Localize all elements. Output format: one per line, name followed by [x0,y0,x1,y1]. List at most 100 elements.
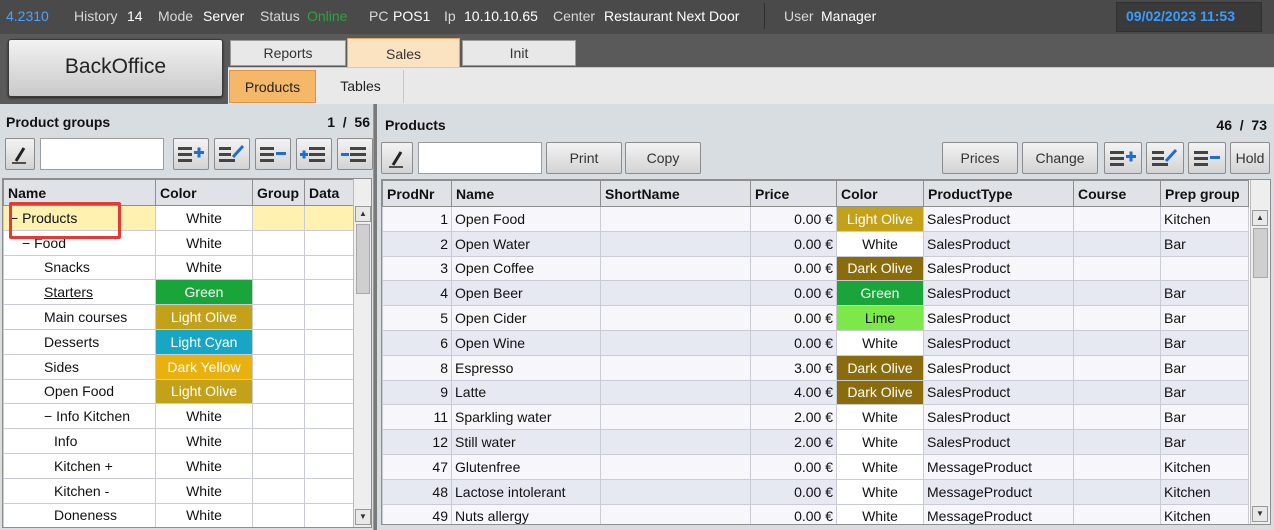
collapse-toggle-icon[interactable]: − [44,408,56,424]
prepgroup-cell[interactable]: Bar [1160,305,1249,331]
prodnr-cell[interactable]: 4 [382,280,452,307]
table-row[interactable]: Info White [3,428,354,454]
subtab-products[interactable]: Products [229,70,316,103]
prepgroup-cell[interactable]: Bar [1160,230,1249,257]
course-cell[interactable] [1073,230,1161,257]
backoffice-button[interactable]: BackOffice [8,39,223,97]
table-row[interactable]: 49 Nuts allergy 0.00 € White MessageProduct K… [382,503,1249,524]
scroll-down-icon[interactable]: ▼ [1252,506,1268,522]
name-cell[interactable]: Open Beer [451,280,601,307]
shortname-cell[interactable] [600,206,751,232]
color-cell[interactable]: White [836,503,924,524]
course-cell[interactable] [1073,305,1161,331]
group-name-cell[interactable]: Desserts [3,328,156,355]
group-name-cell[interactable]: Sides [3,353,156,380]
hold-button[interactable]: Hold [1230,142,1270,174]
course-cell[interactable] [1073,453,1161,480]
table-row[interactable]: 48 Lactose intolerant 0.00 € White MessagePr… [382,478,1249,505]
table-row[interactable]: 11 Sparkling water 2.00 € White SalesProduct… [382,404,1249,431]
price-cell[interactable]: 2.00 € [750,404,837,431]
col-color[interactable]: Color [836,180,924,207]
scroll-down-icon[interactable]: ▼ [355,509,371,525]
name-cell[interactable]: Open Wine [451,329,601,356]
name-cell[interactable]: Open Food [451,206,601,232]
table-row[interactable]: Sides Dark Yellow [3,353,354,380]
edit-group-icon[interactable] [214,138,250,170]
products-scrollbar[interactable]: ▲ ▼ [1250,180,1270,524]
price-cell[interactable]: 0.00 € [750,503,837,524]
prodnr-cell[interactable]: 48 [382,478,452,505]
group-search-input[interactable] [40,138,164,170]
producttype-cell[interactable]: MessageProduct [923,453,1074,480]
table-row[interactable]: Snacks White [3,254,354,281]
group-name-cell[interactable]: Kitchen + [3,452,156,479]
scroll-up-icon[interactable]: ▲ [355,206,371,222]
copy-button[interactable]: Copy [625,142,701,174]
table-row[interactable]: 9 Latte 4.00 € Dark Olive SalesProduct Bar [382,379,1249,406]
subtab-tables[interactable]: Tables [318,70,404,103]
groups-scrollbar[interactable]: ▲ ▼ [353,179,371,527]
table-row[interactable]: 1 Open Food 0.00 € Light Olive SalesProduct K… [382,206,1249,232]
prepgroup-cell[interactable]: Bar [1160,379,1249,406]
add-product-icon[interactable] [1104,142,1142,174]
edit-icon[interactable] [381,142,413,174]
course-cell[interactable] [1073,255,1161,282]
table-row[interactable]: 2 Open Water 0.00 € White SalesProduct Bar [382,230,1249,257]
prepgroup-cell[interactable]: Kitchen [1160,453,1249,480]
color-cell[interactable]: White [836,478,924,505]
prepgroup-cell[interactable] [1160,255,1249,282]
prodnr-cell[interactable]: 5 [382,305,452,331]
remove-product-icon[interactable] [1188,142,1226,174]
price-cell[interactable]: 0.00 € [750,280,837,307]
col-group[interactable]: Group [252,179,305,206]
shortname-cell[interactable] [600,255,751,282]
producttype-cell[interactable]: SalesProduct [923,230,1074,257]
group-name-cell[interactable]: − Info Kitchen [3,403,156,430]
producttype-cell[interactable]: SalesProduct [923,255,1074,282]
prepgroup-cell[interactable]: Kitchen [1160,206,1249,232]
producttype-cell[interactable]: SalesProduct [923,404,1074,431]
table-row[interactable]: 47 Glutenfree 0.00 € White MessageProduct Kit… [382,453,1249,480]
group-name-cell[interactable]: Doneness [3,502,156,527]
col-shortname[interactable]: ShortName [600,180,751,207]
prodnr-cell[interactable]: 6 [382,329,452,356]
color-cell[interactable]: White [836,404,924,431]
course-cell[interactable] [1073,404,1161,431]
table-row[interactable]: Doneness White [3,502,354,527]
name-cell[interactable]: Open Water [451,230,601,257]
tab-init[interactable]: Init [462,40,576,66]
add-subgroup-icon[interactable] [296,138,332,170]
color-cell[interactable]: Lime [836,305,924,331]
table-row[interactable]: Main courses Light Olive [3,304,354,330]
color-cell[interactable]: Green [836,280,924,307]
tab-sales[interactable]: Sales [347,38,460,68]
course-cell[interactable] [1073,206,1161,232]
prodnr-cell[interactable]: 11 [382,404,452,431]
group-name-cell[interactable]: Main courses [3,304,156,330]
price-cell[interactable]: 3.00 € [750,354,837,381]
prepgroup-cell[interactable]: Bar [1160,280,1249,307]
shortname-cell[interactable] [600,354,751,381]
name-cell[interactable]: Nuts allergy [451,503,601,524]
group-name-cell[interactable]: Open Food [3,378,156,405]
prepgroup-cell[interactable]: Bar [1160,429,1249,455]
producttype-cell[interactable]: SalesProduct [923,429,1074,455]
group-name-cell[interactable]: Info [3,428,156,454]
table-row[interactable]: Kitchen - White [3,477,354,504]
color-cell[interactable]: Light Olive [836,206,924,232]
course-cell[interactable] [1073,354,1161,381]
add-group-icon[interactable] [173,138,209,170]
scroll-thumb[interactable] [1253,228,1268,278]
table-row[interactable]: 12 Still water 2.00 € White SalesProduct Bar [382,429,1249,455]
shortname-cell[interactable] [600,280,751,307]
name-cell[interactable]: Espresso [451,354,601,381]
course-cell[interactable] [1073,280,1161,307]
color-cell[interactable]: White [836,329,924,356]
table-row[interactable]: Open Food Light Olive [3,378,354,405]
prodnr-cell[interactable]: 8 [382,354,452,381]
producttype-cell[interactable]: SalesProduct [923,206,1074,232]
prepgroup-cell[interactable]: Kitchen [1160,478,1249,505]
prodnr-cell[interactable]: 12 [382,429,452,455]
table-row[interactable]: Kitchen + White [3,452,354,479]
prepgroup-cell[interactable]: Bar [1160,404,1249,431]
